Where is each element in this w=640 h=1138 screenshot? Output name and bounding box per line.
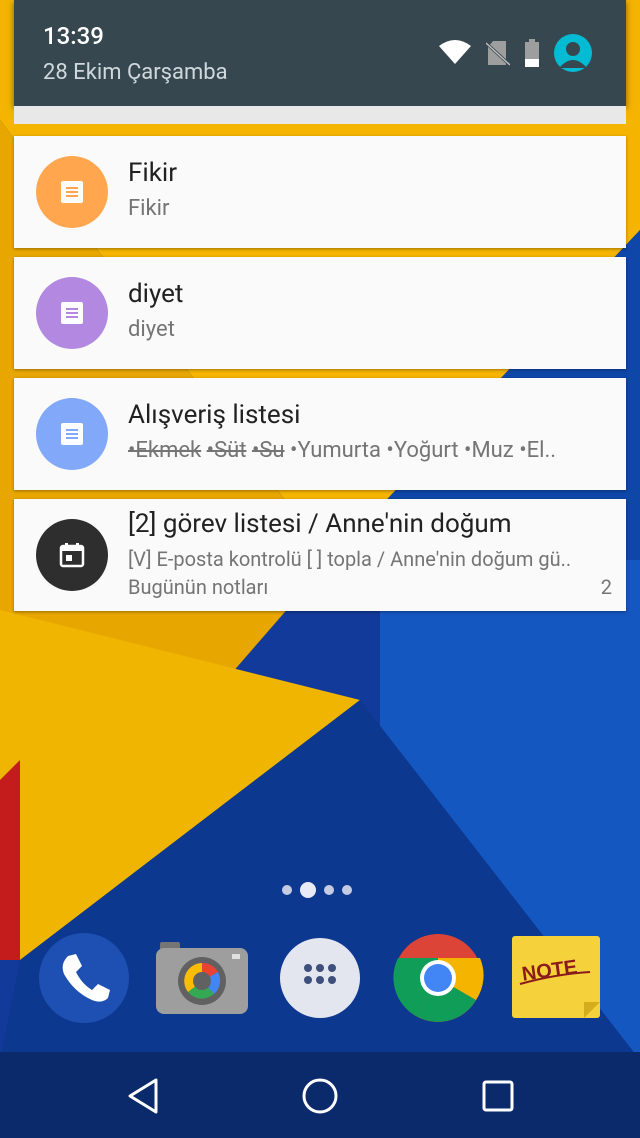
notification-title: diyet xyxy=(128,279,184,309)
notification-card[interactable]: diyet diyet xyxy=(14,257,626,369)
no-sim-icon xyxy=(486,41,510,67)
home-icon xyxy=(302,1078,338,1114)
back-button[interactable] xyxy=(121,1074,165,1118)
back-icon xyxy=(128,1078,158,1114)
list-item-done: •Su xyxy=(251,438,285,463)
notification-title: Fikir xyxy=(128,158,178,188)
status-icons xyxy=(438,34,592,72)
search-bar-peek xyxy=(14,106,626,124)
shopping-list-items: •Ekmek •Süt •Su •Yumurta •Yoğurt •Muz •E… xyxy=(128,438,612,463)
notification-card[interactable]: Fikir Fikir xyxy=(14,136,626,248)
notification-footer: Bugünün notları xyxy=(128,575,269,599)
app-drawer-icon[interactable] xyxy=(274,932,366,1024)
notification-title: [2] görev listesi / Anne'nin doğum xyxy=(128,509,512,539)
note-icon xyxy=(36,156,108,228)
page-dot xyxy=(282,885,292,895)
battery-icon xyxy=(525,39,539,67)
page-dot-active xyxy=(300,882,316,898)
chrome-app-icon[interactable] xyxy=(392,932,484,1024)
notification-text: [V] E-posta kontrolü [ ] topla / Anne'ni… xyxy=(128,547,572,571)
notification-count: 2 xyxy=(600,575,612,599)
home-button[interactable] xyxy=(298,1074,342,1118)
list-item-done: •Ekmek xyxy=(128,438,202,463)
notification-text: diyet xyxy=(128,317,175,342)
notification-card[interactable]: Alışveriş listesi •Ekmek •Süt •Su •Yumur… xyxy=(14,378,626,490)
list-item: •El.. xyxy=(519,438,557,463)
note-app-icon[interactable]: NOTE xyxy=(510,932,602,1024)
notification-title: Alışveriş listesi xyxy=(128,400,301,430)
page-indicator xyxy=(282,882,352,898)
wifi-icon xyxy=(439,40,471,64)
camera-app-icon[interactable] xyxy=(156,932,248,1024)
list-item: •Muz xyxy=(464,438,514,463)
note-icon xyxy=(36,277,108,349)
navigation-bar xyxy=(0,1052,640,1138)
note-icon xyxy=(36,398,108,470)
user-avatar-icon[interactable] xyxy=(554,34,592,72)
date: 28 Ekim Çarşamba xyxy=(43,60,228,85)
recents-button[interactable] xyxy=(476,1074,520,1118)
notification-card[interactable]: [2] görev listesi / Anne'nin doğum [V] E… xyxy=(14,499,626,611)
quick-status-shade[interactable]: 13:39 28 Ekim Çarşamba xyxy=(14,0,626,106)
page-dot xyxy=(324,885,334,895)
recents-icon xyxy=(482,1080,514,1112)
list-item-done: •Süt xyxy=(206,438,247,463)
clock: 13:39 xyxy=(43,22,104,50)
list-item: •Yoğurt xyxy=(386,438,459,463)
calendar-icon xyxy=(36,519,108,591)
page-dot xyxy=(342,885,352,895)
list-item: •Yumurta xyxy=(290,438,381,463)
phone-app-icon[interactable] xyxy=(38,932,130,1024)
notification-text: Fikir xyxy=(128,196,170,221)
